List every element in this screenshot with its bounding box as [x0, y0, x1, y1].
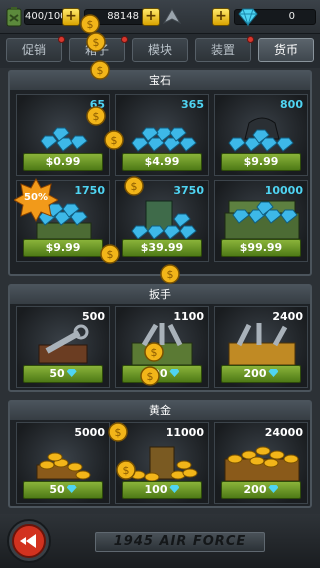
svg-text:$: $: [123, 464, 130, 477]
gold-chest-icon: [224, 446, 300, 482]
gem-icon: [268, 369, 279, 377]
tab-label: 促销: [21, 43, 46, 57]
svg-text:$: $: [167, 268, 174, 281]
svg-text:$: $: [87, 18, 94, 31]
price-value: 200: [243, 367, 267, 380]
gold-pack-3[interactable]: 24000 200: [214, 422, 308, 504]
tab-promotions[interactable]: 促销: [6, 36, 65, 62]
buy-button[interactable]: $9.99: [23, 239, 103, 257]
fuel-counter: 400/100 +: [4, 7, 80, 27]
coin-icon: $: [90, 60, 110, 80]
discount-text: 50%: [24, 192, 48, 203]
gold-pack-1[interactable]: 5000 50: [16, 422, 110, 504]
buy-button[interactable]: $99.99: [221, 239, 301, 257]
buy-button[interactable]: $0.99: [23, 153, 103, 171]
gem-plus-button[interactable]: +: [212, 8, 230, 26]
section-title: 宝石: [10, 72, 310, 90]
buy-button[interactable]: 200: [221, 481, 301, 499]
svg-text:$: $: [147, 370, 154, 383]
wrench-chest-icon: [228, 323, 296, 366]
discount-badge: 50%: [12, 177, 60, 223]
section-title: 扳手: [10, 286, 310, 304]
tab-currency[interactable]: 货币: [258, 38, 314, 62]
price-value: 100: [144, 483, 168, 496]
price-value: 200: [243, 483, 267, 496]
coin-icon: $: [100, 244, 120, 264]
gold-section: 黄金 5000 50 11000 100 24000 200: [8, 400, 312, 508]
coin-plus-button[interactable]: +: [142, 8, 160, 26]
fuel-plus-button[interactable]: +: [62, 8, 80, 26]
gem-counter: 0 +: [212, 7, 316, 27]
gem-pile-icon: [131, 127, 197, 152]
svg-text:$: $: [151, 346, 158, 359]
gem-section: 宝石 65 $0.99 365 $4.99 800 $9.99 1750 $9.…: [8, 70, 312, 276]
wrench-box-icon: [38, 324, 89, 364]
price-value: 50: [49, 483, 65, 496]
svg-text:$: $: [97, 64, 104, 77]
tab-devices[interactable]: 装置: [195, 36, 254, 62]
notification-dot: [247, 36, 254, 43]
top-status-bar: 400/100 + 88148 + 0 +: [0, 0, 320, 34]
svg-text:$: $: [93, 36, 100, 49]
tab-label: 模块: [147, 43, 172, 57]
coin-icon: $: [86, 106, 106, 126]
gem-pack-6[interactable]: 10000 $99.99: [214, 180, 308, 262]
tab-label: 货币: [273, 43, 298, 57]
coin-icon: $: [104, 130, 124, 150]
coin-icon: $: [144, 342, 164, 362]
buy-button[interactable]: 50: [23, 365, 103, 383]
back-button[interactable]: [4, 518, 54, 564]
price-value: 50: [49, 367, 65, 380]
gem-sack-icon: [228, 117, 294, 152]
gem-chest-icon: [224, 200, 300, 240]
fuel-icon: [6, 7, 22, 27]
category-tabs: 促销 箱子 模块 装置 货币: [0, 34, 320, 68]
coin-icon: $: [86, 32, 106, 52]
coin-icon: $: [108, 422, 128, 442]
gem-pack-3[interactable]: 800 $9.99: [214, 94, 308, 176]
gem-icon: [238, 8, 258, 27]
buy-button[interactable]: $4.99: [122, 153, 202, 171]
buy-button[interactable]: $9.99: [221, 153, 301, 171]
wing-icon: [162, 7, 182, 25]
buy-button[interactable]: $39.99: [122, 239, 202, 257]
buy-button[interactable]: 200: [221, 365, 301, 383]
svg-text:$: $: [111, 134, 118, 147]
coin-icon: $: [124, 176, 144, 196]
wrench-section: 扳手 500 50 1100 100 2400 200: [8, 284, 312, 392]
tab-modules[interactable]: 模块: [132, 38, 188, 62]
svg-text:$: $: [93, 110, 100, 123]
gem-icon: [169, 485, 180, 493]
coin-icon: $: [116, 460, 136, 480]
notification-dot: [58, 36, 65, 43]
svg-text:$: $: [131, 180, 138, 193]
gold-pile-icon: [36, 452, 91, 480]
buy-button[interactable]: 50: [23, 481, 103, 499]
tab-label: 装置: [210, 43, 235, 57]
wrench-pack-3[interactable]: 2400 200: [214, 306, 308, 388]
coin-icon: $: [140, 366, 160, 386]
gem-pack-2[interactable]: 365 $4.99: [115, 94, 209, 176]
svg-text:$: $: [107, 248, 114, 261]
wrench-pack-1[interactable]: 500 50: [16, 306, 110, 388]
coin-icon: $: [160, 264, 180, 284]
notification-dot: [121, 36, 128, 43]
gem-icon: [66, 485, 77, 493]
section-title: 黄金: [10, 402, 310, 420]
gem-icon: [268, 485, 279, 493]
game-logo: 1945 AIR FORCE: [95, 532, 265, 552]
svg-text:$: $: [115, 426, 122, 439]
gem-icon: [66, 369, 77, 377]
coin-icon: $: [80, 14, 100, 34]
gem-crate-icon: [131, 200, 197, 240]
gem-icon: [169, 369, 180, 377]
buy-button[interactable]: 100: [122, 481, 202, 499]
buy-button[interactable]: 100: [122, 365, 202, 383]
